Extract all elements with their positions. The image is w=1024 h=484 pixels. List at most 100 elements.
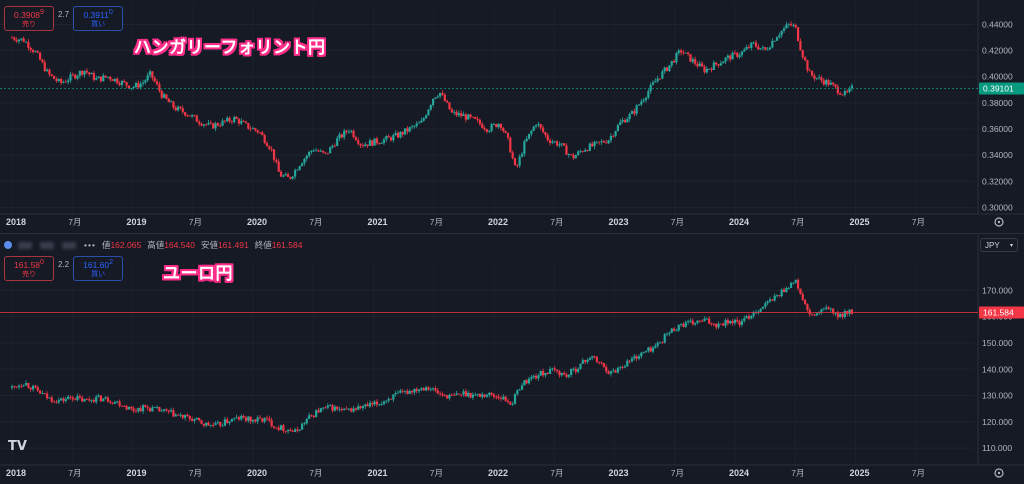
candle-body bbox=[60, 79, 63, 83]
candle-body bbox=[647, 91, 650, 98]
candle-body bbox=[88, 72, 91, 75]
candle-body bbox=[256, 130, 259, 133]
candle-body bbox=[511, 403, 514, 405]
close-value: 161.584 bbox=[271, 240, 303, 250]
candle-body bbox=[422, 118, 425, 121]
y-tick-label: 0.30000 bbox=[982, 202, 1013, 212]
x-tick-label: 2018 bbox=[6, 217, 26, 227]
eurjpy-sell-button[interactable]: 161.580 売り bbox=[4, 256, 54, 281]
y-tick-label: 0.36000 bbox=[982, 124, 1013, 134]
candle-body bbox=[415, 389, 418, 392]
candle-body bbox=[607, 140, 610, 144]
candle-body bbox=[689, 320, 692, 322]
candle-body bbox=[789, 282, 793, 288]
candle-body bbox=[132, 408, 135, 411]
candle-body bbox=[567, 375, 570, 377]
candle-body bbox=[153, 77, 156, 82]
currency-selector[interactable]: JPY ▾ bbox=[980, 238, 1018, 252]
candle-body bbox=[371, 402, 374, 405]
candle-body bbox=[563, 372, 566, 375]
candle-body bbox=[630, 111, 634, 114]
candle-body bbox=[574, 368, 577, 372]
candle-body bbox=[71, 74, 74, 76]
candle-body bbox=[726, 55, 729, 58]
eurjpy-spread: 2.2 bbox=[58, 260, 70, 269]
candle-body bbox=[598, 141, 601, 143]
candle-body bbox=[396, 392, 400, 394]
candle-body bbox=[563, 143, 566, 146]
candle-body bbox=[586, 149, 589, 151]
candle-body bbox=[579, 151, 582, 153]
candle-body bbox=[506, 132, 510, 138]
candle-body bbox=[504, 396, 507, 401]
more-options-icon[interactable]: ••• bbox=[84, 240, 96, 250]
candle-body bbox=[801, 293, 804, 301]
candle-body bbox=[471, 394, 474, 398]
candle-body bbox=[481, 394, 484, 397]
candle-body bbox=[41, 59, 44, 63]
candle-body bbox=[651, 347, 655, 352]
candle-body bbox=[392, 394, 395, 400]
candle-body bbox=[558, 144, 561, 146]
candle-body bbox=[822, 308, 825, 310]
candle-body bbox=[661, 71, 664, 79]
candle-body bbox=[116, 401, 119, 403]
hufjpy-chart-pane[interactable]: 0.44000 0.42000 0.40000 0.38000 0.36000 0.340… bbox=[0, 0, 1024, 232]
x-tick-label: 2023 bbox=[609, 217, 629, 227]
candle-body bbox=[633, 356, 636, 359]
axis-settings-icon[interactable] bbox=[994, 468, 1004, 478]
candle-body bbox=[455, 393, 458, 396]
candle-body bbox=[825, 307, 828, 309]
candle-body bbox=[696, 63, 699, 67]
candle-body bbox=[642, 351, 645, 353]
candle-body bbox=[551, 368, 554, 370]
candle-body bbox=[689, 53, 692, 62]
candle-body bbox=[532, 375, 535, 378]
candle-body bbox=[310, 150, 313, 152]
candle-body bbox=[579, 363, 582, 369]
eurjpy-buy-button[interactable]: 161.602 買い bbox=[73, 256, 124, 281]
candle-body bbox=[286, 174, 290, 177]
candle-body bbox=[195, 115, 198, 122]
candle-body bbox=[34, 385, 37, 388]
candle-body bbox=[359, 406, 362, 409]
candle-body bbox=[701, 63, 704, 67]
candle-body bbox=[322, 150, 325, 153]
candle-body bbox=[436, 96, 439, 98]
candle-body bbox=[614, 131, 617, 137]
candle-body bbox=[439, 92, 442, 97]
candle-body bbox=[537, 375, 540, 379]
candle-body bbox=[326, 405, 329, 408]
candle-body bbox=[212, 123, 215, 129]
candle-body bbox=[188, 115, 191, 117]
candle-body bbox=[228, 117, 231, 122]
eurjpy-chart-pane[interactable]: 170.000160.000150.000140.000130.000120.0… bbox=[0, 233, 1024, 484]
eurjpy-chart[interactable]: 170.000160.000150.000140.000130.000120.0… bbox=[0, 234, 1024, 484]
candle-body bbox=[195, 417, 198, 420]
hufjpy-sell-button[interactable]: 0.39089 売り bbox=[4, 6, 54, 31]
high-label: 高値 bbox=[147, 240, 165, 250]
candle-body bbox=[827, 307, 830, 310]
candle-body bbox=[410, 126, 414, 128]
candle-body bbox=[53, 75, 56, 79]
x-tick-label: 7月 bbox=[671, 217, 684, 227]
candle-body bbox=[764, 47, 767, 50]
axis-settings-icon[interactable] bbox=[994, 217, 1004, 227]
eurjpy-buy-label: 買い bbox=[91, 270, 106, 278]
candle-body bbox=[97, 76, 100, 79]
candle-body bbox=[158, 407, 161, 412]
hufjpy-sell-label: 売り bbox=[22, 20, 36, 28]
candle-body bbox=[787, 23, 790, 25]
candle-body bbox=[682, 324, 685, 327]
candle-body bbox=[118, 83, 121, 85]
candle-body bbox=[209, 425, 212, 426]
candle-body bbox=[258, 132, 262, 134]
hufjpy-buy-button[interactable]: 0.39110 買い bbox=[73, 6, 124, 31]
candle-body bbox=[24, 383, 28, 386]
candle-body bbox=[298, 429, 301, 431]
candle-body bbox=[242, 120, 245, 122]
x-tick-label: 2025 bbox=[850, 468, 870, 478]
candle-body bbox=[731, 321, 734, 324]
candle-body bbox=[506, 400, 510, 403]
hufjpy-sell-price: 0.3908 bbox=[14, 9, 41, 20]
